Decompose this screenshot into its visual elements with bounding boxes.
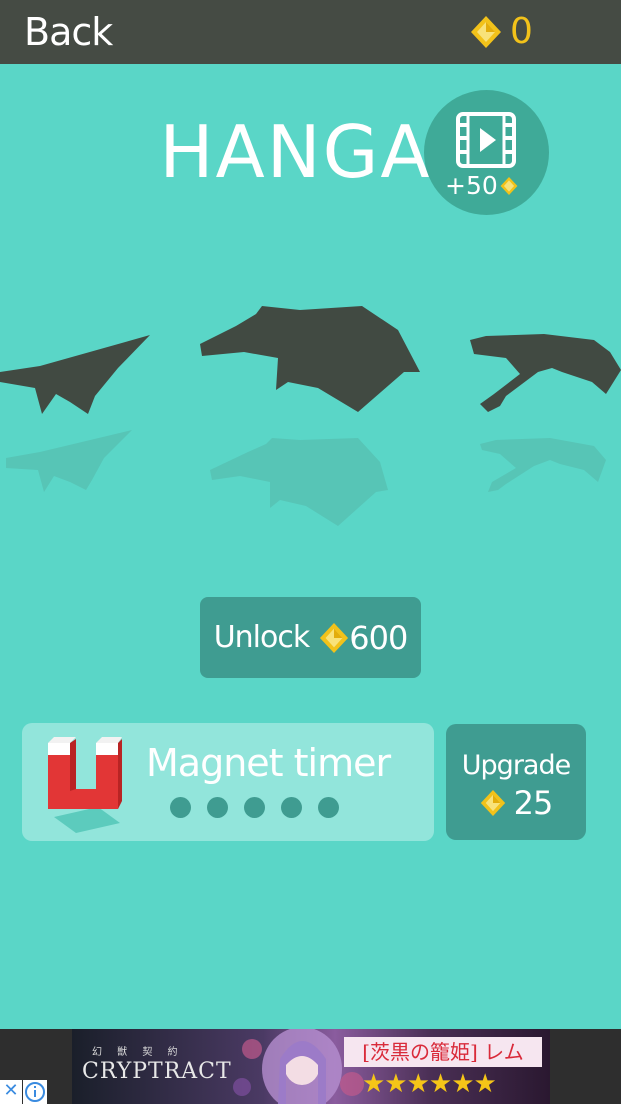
upgrade-label: Upgrade bbox=[461, 750, 571, 781]
diamond-gem-icon bbox=[320, 622, 349, 653]
diamond-gem-icon bbox=[480, 790, 505, 816]
film-play-icon bbox=[456, 112, 516, 168]
ad-close-button[interactable]: ✕ bbox=[0, 1080, 22, 1104]
unlock-label: Unlock bbox=[213, 620, 311, 655]
magnet-icon bbox=[48, 737, 122, 833]
upgrade-price-row: 25 bbox=[446, 784, 586, 822]
ad-banner[interactable]: 幻 獣 契 約 CRYPTRACT [茨黒の籠姫] レム ★★★★★★ bbox=[72, 1029, 550, 1104]
upgrade-button[interactable]: Upgrade 25 bbox=[446, 724, 586, 840]
reward-amount-text: +50 bbox=[445, 171, 498, 200]
ad-star-rating: ★★★★★★ bbox=[362, 1069, 497, 1099]
upgrade-level-indicator bbox=[170, 797, 339, 818]
upgrade-name: Magnet timer bbox=[146, 741, 391, 785]
ad-bar: 幻 獣 契 約 CRYPTRACT [茨黒の籠姫] レム ★★★★★★ bbox=[0, 1029, 621, 1104]
plane-left[interactable] bbox=[0, 335, 150, 492]
unlock-button[interactable]: Unlock 600 bbox=[200, 597, 421, 678]
video-reward-amount: +50 bbox=[445, 172, 518, 200]
ad-headline: [茨黒の籠姫] レム bbox=[344, 1037, 542, 1067]
upgrade-card-magnet: Magnet timer bbox=[22, 723, 434, 841]
level-dot bbox=[281, 797, 302, 818]
level-dot bbox=[318, 797, 339, 818]
gem-counter: 0 bbox=[470, 10, 533, 54]
diamond-gem-icon bbox=[471, 16, 501, 48]
plane-carousel[interactable] bbox=[0, 290, 621, 540]
back-button[interactable]: Back bbox=[24, 8, 113, 56]
watch-video-reward-button[interactable]: +50 bbox=[424, 90, 549, 215]
gem-count: 0 bbox=[510, 11, 533, 52]
level-dot bbox=[207, 797, 228, 818]
top-bar: Back 0 bbox=[0, 0, 621, 64]
level-dot bbox=[170, 797, 191, 818]
ad-info-icon[interactable] bbox=[23, 1080, 47, 1104]
upgrade-price: 25 bbox=[513, 784, 554, 822]
diamond-gem-icon bbox=[500, 177, 518, 195]
ad-logo: CRYPTRACT bbox=[82, 1059, 232, 1084]
level-dot bbox=[244, 797, 265, 818]
plane-center[interactable] bbox=[200, 306, 420, 526]
plane-right[interactable] bbox=[470, 334, 621, 492]
ad-subtitle: 幻 獣 契 約 bbox=[92, 1047, 184, 1058]
unlock-price: 600 bbox=[349, 618, 408, 657]
